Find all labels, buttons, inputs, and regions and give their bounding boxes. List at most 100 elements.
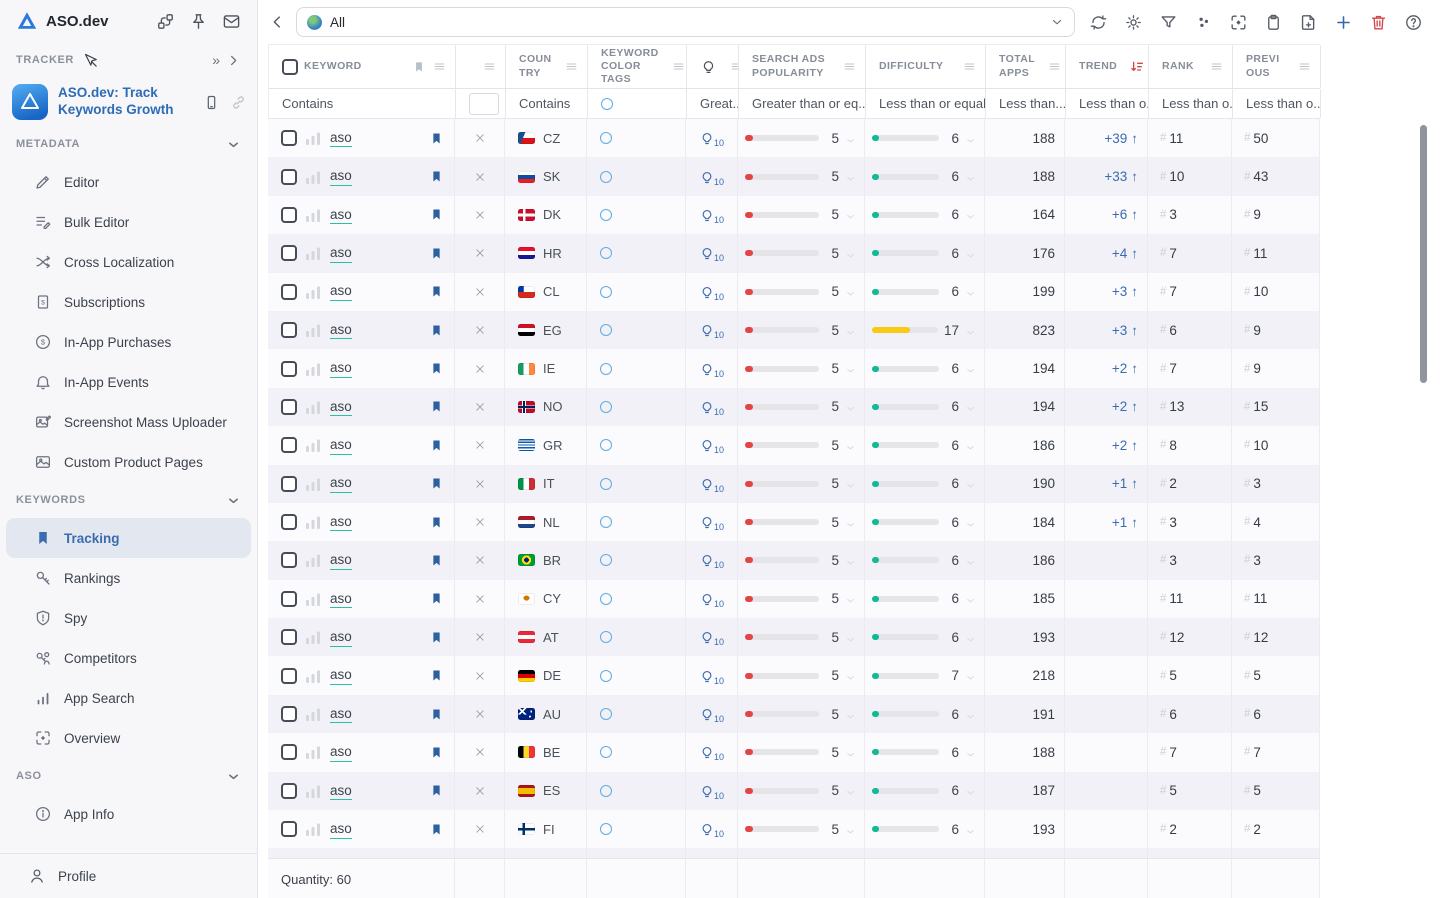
column-header-actions[interactable] [456, 45, 506, 88]
bookmark-filled-icon[interactable] [429, 323, 444, 338]
mini-chevron-icon[interactable] [965, 785, 976, 796]
bookmark-filled-icon[interactable] [429, 131, 444, 146]
bulb-icon[interactable]: 10 [699, 744, 724, 760]
keyword-link[interactable]: aso [330, 666, 352, 685]
keyword-link[interactable]: aso [330, 321, 352, 340]
column-menu-icon[interactable] [671, 59, 686, 74]
color-dots-icon[interactable] [1190, 9, 1216, 35]
remove-icon[interactable] [473, 745, 487, 759]
color-tag-circle-icon[interactable] [600, 554, 612, 566]
bookmark-filled-icon[interactable] [429, 207, 444, 222]
bulb-icon[interactable]: 10 [699, 706, 724, 722]
mini-chevron-icon[interactable] [845, 517, 856, 528]
stats-icon[interactable] [306, 362, 321, 376]
bulb-icon[interactable]: 10 [699, 245, 724, 261]
remove-icon[interactable] [473, 170, 487, 184]
keyword-link[interactable]: aso [330, 782, 352, 801]
pin-icon[interactable] [189, 12, 208, 31]
filter-country[interactable]: Contains [506, 89, 588, 118]
bookmark-filled-icon[interactable] [429, 783, 444, 798]
column-menu-icon[interactable] [432, 59, 447, 74]
mini-chevron-icon[interactable] [965, 670, 976, 681]
chevron-down-icon[interactable] [226, 493, 241, 508]
column-menu-icon[interactable] [564, 59, 579, 74]
filter-popularity_hint[interactable]: Great... [687, 89, 739, 118]
keyword-link[interactable]: aso [330, 244, 352, 263]
filter-previous[interactable]: Less than o... [1233, 89, 1321, 118]
bookmark-filled-icon[interactable] [429, 246, 444, 261]
mini-chevron-icon[interactable] [965, 133, 976, 144]
bulb-icon[interactable]: 10 [699, 207, 724, 223]
sidebar-item-custom-product-pages[interactable]: Custom Product Pages [6, 442, 251, 482]
row-checkbox[interactable] [281, 322, 297, 338]
filter-difficulty[interactable]: Less than or equal ... [866, 89, 986, 118]
sidebar-item-in-app-events[interactable]: In-App Events [6, 362, 251, 402]
filter-color_tags[interactable] [588, 89, 687, 118]
keyword-link[interactable]: aso [330, 167, 352, 186]
back-chevron-icon[interactable] [268, 13, 286, 31]
bulb-icon[interactable]: 10 [699, 437, 724, 453]
stats-icon[interactable] [306, 592, 321, 606]
color-tag-circle-icon[interactable] [600, 516, 612, 528]
remove-icon[interactable] [473, 630, 487, 644]
chevron-down-icon[interactable] [226, 769, 241, 784]
stats-icon[interactable] [306, 400, 321, 414]
sort-descending-icon[interactable] [1129, 59, 1145, 75]
keyword-link[interactable]: aso [330, 743, 352, 762]
remove-icon[interactable] [473, 477, 487, 491]
mini-chevron-icon[interactable] [965, 171, 976, 182]
color-tag-circle-icon[interactable] [600, 132, 612, 144]
row-checkbox[interactable] [281, 284, 297, 300]
remove-icon[interactable] [473, 285, 487, 299]
bulb-icon[interactable]: 10 [699, 399, 724, 415]
row-checkbox[interactable] [281, 591, 297, 607]
column-header-total_apps[interactable]: TOTAL APPS [986, 45, 1066, 88]
color-tag-circle-icon[interactable] [600, 171, 612, 183]
remove-icon[interactable] [473, 246, 487, 260]
row-checkbox[interactable] [281, 437, 297, 453]
bulb-icon[interactable]: 10 [699, 821, 724, 837]
sidebar-item-competitors[interactable]: Competitors [6, 638, 251, 678]
stats-icon[interactable] [306, 208, 321, 222]
bulb-icon[interactable]: 10 [699, 668, 724, 684]
mini-chevron-icon[interactable] [965, 824, 976, 835]
row-checkbox[interactable] [281, 783, 297, 799]
sidebar-item-subscriptions[interactable]: $Subscriptions [6, 282, 251, 322]
remove-icon[interactable] [473, 438, 487, 452]
bookmark-filled-icon[interactable] [429, 284, 444, 299]
keyword-link[interactable]: aso [330, 474, 352, 493]
mini-chevron-icon[interactable] [965, 478, 976, 489]
row-checkbox[interactable] [281, 744, 297, 760]
color-tag-circle-icon[interactable] [600, 823, 612, 835]
row-checkbox[interactable] [281, 476, 297, 492]
filter-total_apps[interactable]: Less than... [986, 89, 1066, 118]
bookmark-filled-icon[interactable] [429, 591, 444, 606]
tracked-app-card[interactable]: ASO.dev: Track Keywords Growth [12, 84, 247, 120]
column-header-popularity_hint[interactable] [687, 45, 739, 88]
column-menu-icon[interactable] [482, 59, 497, 74]
sidebar-item-overview[interactable]: Overview [6, 718, 251, 758]
keyword-link[interactable]: aso [330, 398, 352, 417]
mini-chevron-icon[interactable] [845, 286, 856, 297]
bulb-icon[interactable]: 10 [699, 361, 724, 377]
color-tag-circle-icon[interactable] [600, 746, 612, 758]
mini-chevron-icon[interactable] [965, 517, 976, 528]
color-tag-circle-icon[interactable] [600, 286, 612, 298]
bulb-icon[interactable]: 10 [699, 783, 724, 799]
stats-icon[interactable] [306, 669, 321, 683]
color-tag-circle-icon[interactable] [600, 209, 612, 221]
column-header-rank[interactable]: RANK [1149, 45, 1233, 88]
mini-chevron-icon[interactable] [845, 363, 856, 374]
sidebar-item-bulk-editor[interactable]: Bulk Editor [6, 202, 251, 242]
column-header-previous[interactable]: PREVIOUS [1233, 45, 1321, 88]
stats-icon[interactable] [306, 630, 321, 644]
keyword-link[interactable]: aso [330, 551, 352, 570]
column-header-color_tags[interactable]: KEYWORD COLOR TAGS [588, 45, 687, 88]
keyword-link[interactable]: aso [330, 436, 352, 455]
remove-icon[interactable] [473, 822, 487, 836]
column-menu-icon[interactable] [1209, 59, 1224, 74]
remove-icon[interactable] [473, 400, 487, 414]
keyword-link[interactable]: aso [330, 206, 352, 225]
bookmark-filled-icon[interactable] [429, 399, 444, 414]
mini-chevron-icon[interactable] [845, 593, 856, 604]
